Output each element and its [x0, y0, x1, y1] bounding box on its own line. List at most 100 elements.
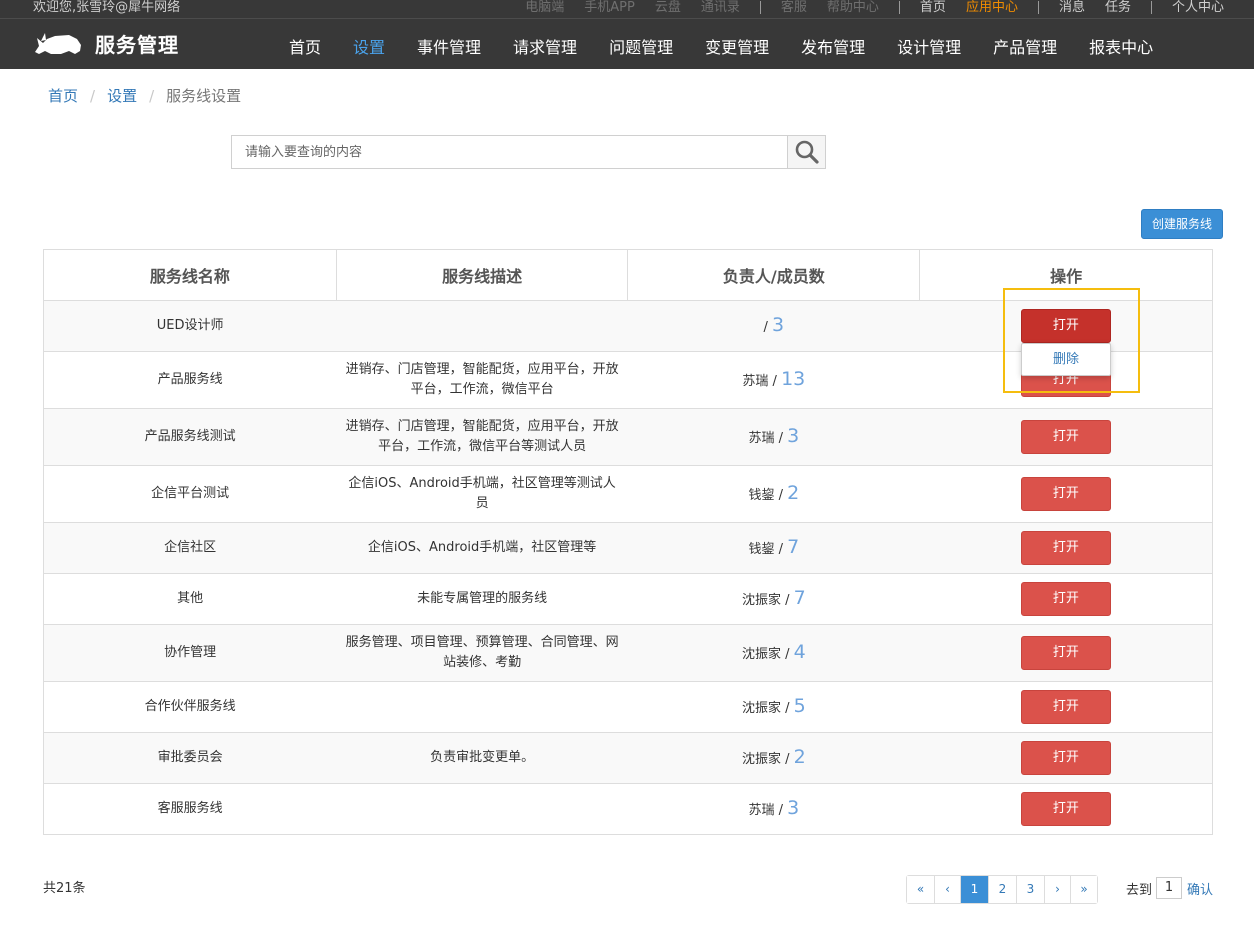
nav-design[interactable]: 设计管理	[881, 29, 977, 67]
page-2-button[interactable]: 2	[988, 876, 1016, 903]
page-prev-button[interactable]: ‹	[934, 876, 960, 903]
row-name: 企信社区	[43, 522, 337, 574]
rhino-logo-icon	[35, 32, 81, 54]
row-member-count[interactable]: 5	[794, 695, 806, 717]
page-first-button[interactable]: «	[907, 876, 934, 903]
open-button[interactable]: 打开	[1020, 636, 1111, 670]
page-number-input[interactable]: 1	[1156, 877, 1183, 899]
page-3-button[interactable]: 3	[1016, 876, 1044, 903]
row-description: 进销存、门店管理，智能配货，应用平台，开放平台，工作流，微信平台	[336, 351, 628, 409]
nav-reports[interactable]: 报表中心	[1073, 29, 1169, 67]
nav-change[interactable]: 变更管理	[689, 29, 785, 67]
row-lead: 苏瑞	[748, 430, 775, 446]
page-next-button[interactable]: ›	[1044, 876, 1070, 903]
nav-home[interactable]: 首页	[273, 29, 337, 67]
top-link-profile[interactable]: 个人中心	[1172, 0, 1224, 15]
count-separator: /	[778, 802, 783, 818]
nav-request[interactable]: 请求管理	[497, 29, 593, 67]
row-actions: 打开	[919, 732, 1213, 784]
open-button[interactable]: 打开	[1020, 531, 1111, 565]
page-1-button[interactable]: 1	[960, 876, 988, 903]
breadcrumb-separator: /	[149, 87, 155, 105]
search-input[interactable]	[232, 136, 787, 168]
table-row: 企信社区 企信iOS、Android手机端，社区管理等 钱鋆 / 7 打开	[43, 522, 1213, 574]
top-link-contacts[interactable]: 通讯录	[701, 0, 740, 15]
breadcrumb-home[interactable]: 首页	[48, 84, 78, 108]
row-lead: 钱鋆	[748, 487, 775, 503]
top-link-help[interactable]: 帮助中心	[827, 0, 879, 15]
top-link-app-center[interactable]: 应用中心	[966, 0, 1018, 15]
open-button[interactable]: 打开	[1020, 792, 1111, 826]
search-button[interactable]	[787, 136, 825, 168]
row-member-count[interactable]: 7	[787, 536, 799, 558]
row-lead-members: 苏瑞 / 3	[627, 783, 920, 835]
breadcrumb-current: 服务线设置	[166, 87, 242, 105]
top-divider	[759, 1, 761, 14]
count-separator: /	[772, 373, 777, 389]
breadcrumb-settings[interactable]: 设置	[107, 84, 137, 108]
nav-settings[interactable]: 设置	[337, 29, 401, 67]
row-member-count[interactable]: 4	[794, 641, 806, 663]
nav-incident[interactable]: 事件管理	[401, 29, 497, 67]
nav-problem[interactable]: 问题管理	[593, 29, 689, 67]
page-last-button[interactable]: »	[1070, 876, 1097, 903]
row-description: 企信iOS、Android手机端，社区管理等测试人员	[336, 465, 628, 523]
table-row: 合作伙伴服务线 沈振家 / 5 打开	[43, 681, 1213, 733]
open-button[interactable]: 打开	[1020, 582, 1111, 616]
top-link-mobile-app[interactable]: 手机APP	[584, 0, 635, 15]
count-separator: /	[785, 592, 790, 608]
column-header-lead-members: 负责人/成员数	[627, 249, 921, 301]
row-member-count[interactable]: 2	[787, 482, 799, 504]
top-links: 电脑端 手机APP 云盘 通讯录 客服 帮助中心 首页 应用中心 消息 任务 个…	[505, 0, 1224, 15]
row-name: 合作伙伴服务线	[43, 681, 337, 733]
row-lead: 沈振家	[741, 700, 781, 716]
app-title: 服务管理	[95, 33, 179, 57]
highlight-box	[1003, 288, 1140, 393]
create-service-line-button[interactable]: 创建服务线	[1141, 209, 1223, 239]
welcome-text: 欢迎您,张雪玲@犀牛网络	[33, 0, 181, 15]
row-description	[336, 300, 628, 352]
top-link-pc[interactable]: 电脑端	[525, 0, 564, 15]
row-member-count[interactable]: 3	[772, 314, 784, 336]
row-member-count[interactable]: 13	[781, 368, 805, 390]
top-link-tasks[interactable]: 任务	[1105, 0, 1131, 15]
row-lead-members: 钱鋆 / 7	[627, 522, 920, 574]
confirm-button[interactable]: 确认	[1187, 879, 1213, 898]
row-lead-members: 沈振家 / 5	[627, 681, 920, 733]
top-link-messages[interactable]: 消息	[1059, 0, 1085, 15]
row-lead: 沈振家	[741, 751, 781, 767]
table-row: 产品服务线测试 进销存、门店管理，智能配货，应用平台，开放平台，工作流，微信平台…	[43, 408, 1213, 466]
row-lead: 沈振家	[741, 592, 781, 608]
top-link-service[interactable]: 客服	[781, 0, 807, 15]
row-member-count[interactable]: 3	[787, 797, 799, 819]
row-member-count[interactable]: 3	[787, 425, 799, 447]
app-logo[interactable]: 服务管理	[33, 29, 179, 58]
goto-label: 去到	[1126, 882, 1153, 898]
open-button[interactable]: 打开	[1020, 477, 1111, 511]
nav-release[interactable]: 发布管理	[785, 29, 881, 67]
open-button[interactable]: 打开	[1020, 690, 1111, 724]
top-link-home[interactable]: 首页	[920, 0, 946, 15]
open-button[interactable]: 打开	[1020, 420, 1111, 454]
row-lead: 钱鋆	[748, 541, 775, 557]
table-row: 审批委员会 负责审批变更单。 沈振家 / 2 打开	[43, 732, 1213, 784]
breadcrumb-separator: /	[90, 87, 96, 105]
search-icon	[795, 140, 819, 164]
row-name: 产品服务线	[43, 351, 337, 409]
table-row: 客服服务线 苏瑞 / 3 打开	[43, 783, 1213, 835]
search-bar	[231, 135, 826, 169]
nav-product[interactable]: 产品管理	[977, 29, 1073, 67]
open-button[interactable]: 打开	[1020, 741, 1111, 775]
row-description: 企信iOS、Android手机端，社区管理等	[336, 522, 628, 574]
top-link-cloud[interactable]: 云盘	[655, 0, 681, 15]
column-header-name: 服务线名称	[43, 249, 337, 301]
count-separator: /	[785, 646, 790, 662]
row-lead: 苏瑞	[742, 373, 769, 389]
row-name: 协作管理	[43, 624, 337, 682]
row-description: 负责审批变更单。	[336, 732, 628, 784]
row-member-count[interactable]: 7	[794, 587, 806, 609]
row-member-count[interactable]: 2	[794, 746, 806, 768]
count-separator: /	[763, 319, 768, 335]
total-count: 共21条	[43, 881, 86, 896]
count-separator: /	[778, 430, 783, 446]
